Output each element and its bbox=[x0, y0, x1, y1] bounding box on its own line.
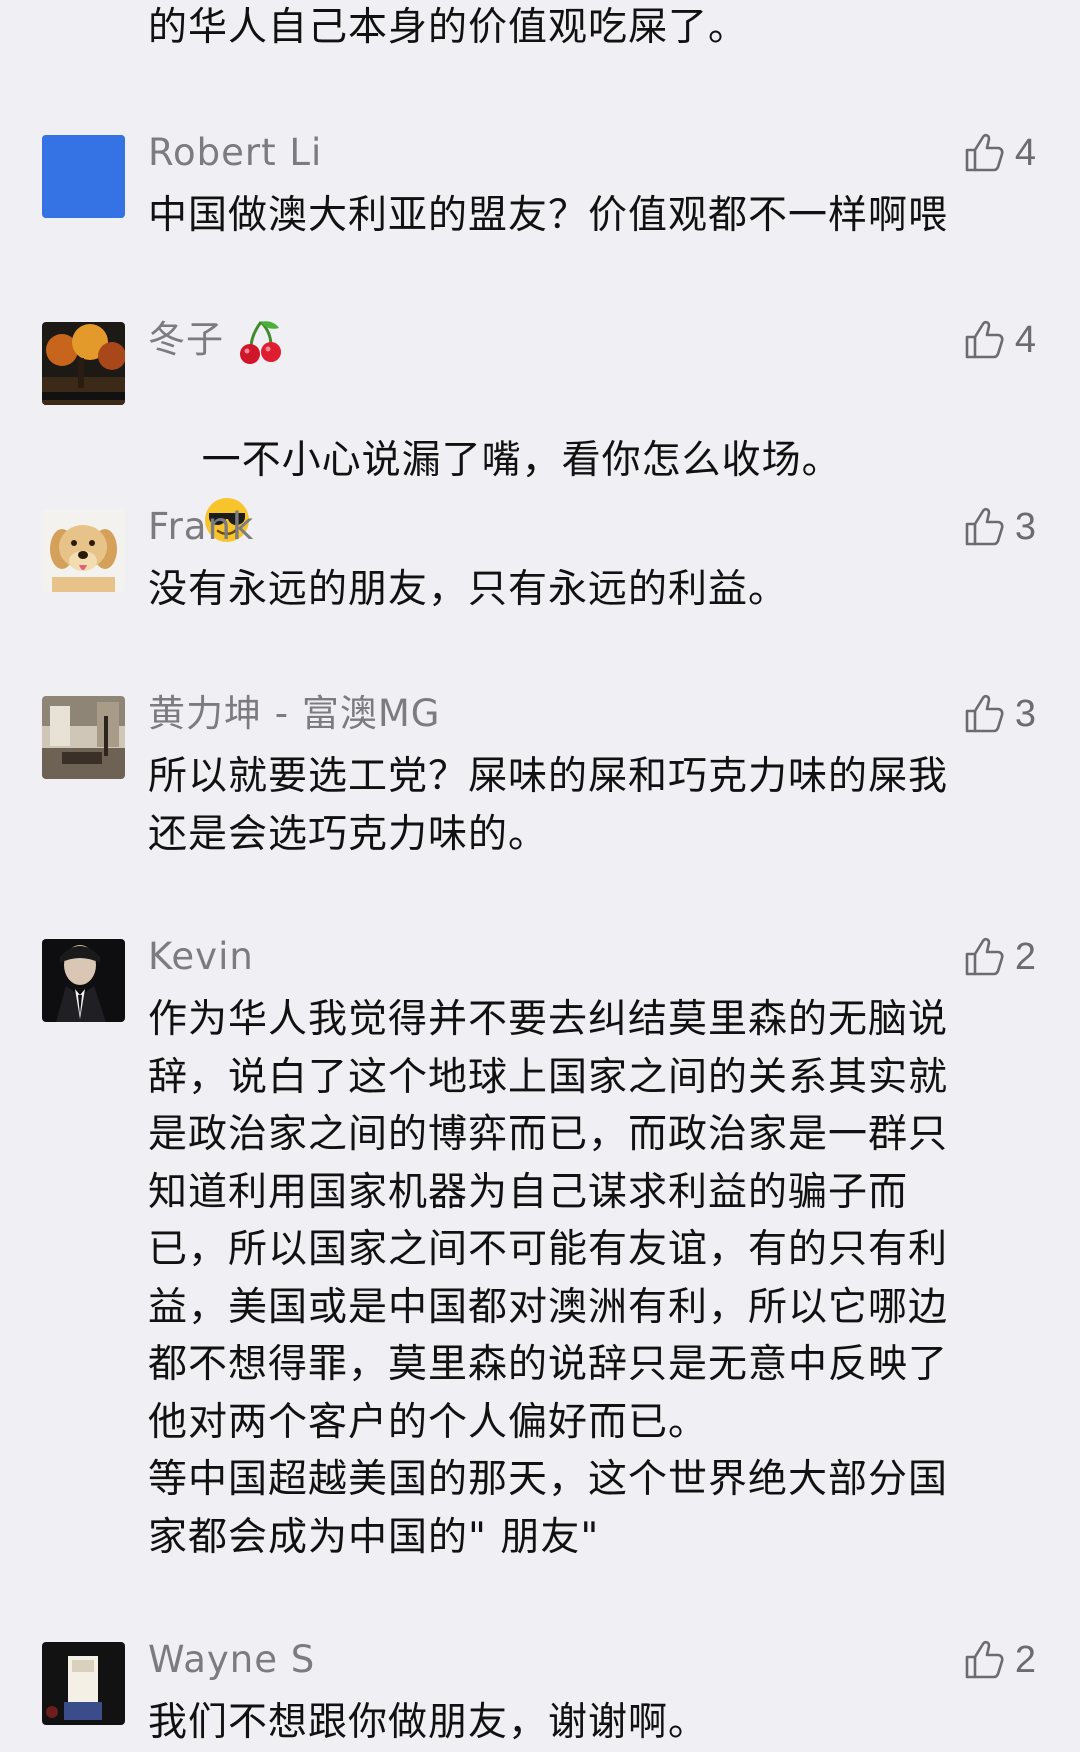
comment-text: 我们不想跟你做朋友，谢谢啊。 bbox=[148, 1700, 709, 1745]
avatar[interactable] bbox=[42, 1642, 125, 1725]
comment-author[interactable]: Robert Li bbox=[148, 129, 322, 177]
comment-continuation-text: 的华人自己本身的价值观吃屎了。 bbox=[148, 5, 749, 50]
avatar[interactable] bbox=[42, 939, 125, 1022]
like-count: 4 bbox=[1014, 318, 1036, 361]
thumbs-up-icon bbox=[965, 937, 1004, 976]
avatar[interactable] bbox=[42, 696, 125, 779]
comment-text: 中国做澳大利亚的盟友？价值观都不一样啊喂 bbox=[148, 193, 949, 238]
comment-author[interactable]: 黄力坤 - 富澳MG bbox=[148, 690, 440, 738]
comment-text: 所以就要选工党？屎味的屎和巧克力味的屎我 还是会选巧克力味的。 bbox=[148, 754, 949, 857]
cherry-emoji-icon bbox=[239, 320, 281, 364]
like-button[interactable]: 2 bbox=[961, 1634, 1036, 1686]
comment-author[interactable]: Wayne S bbox=[148, 1636, 315, 1684]
avatar[interactable] bbox=[42, 509, 125, 592]
like-count: 2 bbox=[1014, 935, 1036, 978]
thumbs-up-icon bbox=[965, 507, 1004, 546]
author-name: 冬子 bbox=[148, 318, 224, 361]
thumbs-up-icon bbox=[965, 133, 1004, 172]
comment-text: 没有永远的朋友，只有永远的利益。 bbox=[148, 567, 789, 612]
like-button[interactable]: 2 bbox=[961, 931, 1036, 983]
like-button[interactable]: 3 bbox=[961, 688, 1036, 740]
thumbs-up-icon bbox=[965, 694, 1004, 733]
comment-author[interactable]: 冬子 bbox=[148, 316, 283, 366]
like-count: 2 bbox=[1014, 1638, 1036, 1681]
avatar[interactable] bbox=[42, 135, 125, 218]
thumbs-up-icon bbox=[965, 1640, 1004, 1679]
like-count: 4 bbox=[1014, 131, 1036, 174]
comment-text: 作为华人我觉得并不要去纠结莫里森的无脑说 辞，说白了这个地球上国家之间的关系其实… bbox=[148, 997, 949, 1560]
like-button[interactable]: 3 bbox=[961, 501, 1036, 553]
like-button[interactable]: 4 bbox=[961, 127, 1036, 179]
comment-author[interactable]: Frank bbox=[148, 503, 254, 551]
like-count: 3 bbox=[1014, 692, 1036, 735]
thumbs-up-icon bbox=[965, 320, 1004, 359]
comment-text-body: 一不小心说漏了嘴，看你怎么收场。 bbox=[201, 437, 842, 483]
like-count: 3 bbox=[1014, 505, 1036, 548]
comment-author[interactable]: Kevin bbox=[148, 933, 254, 981]
like-button[interactable]: 4 bbox=[961, 314, 1036, 366]
avatar[interactable] bbox=[42, 322, 125, 405]
